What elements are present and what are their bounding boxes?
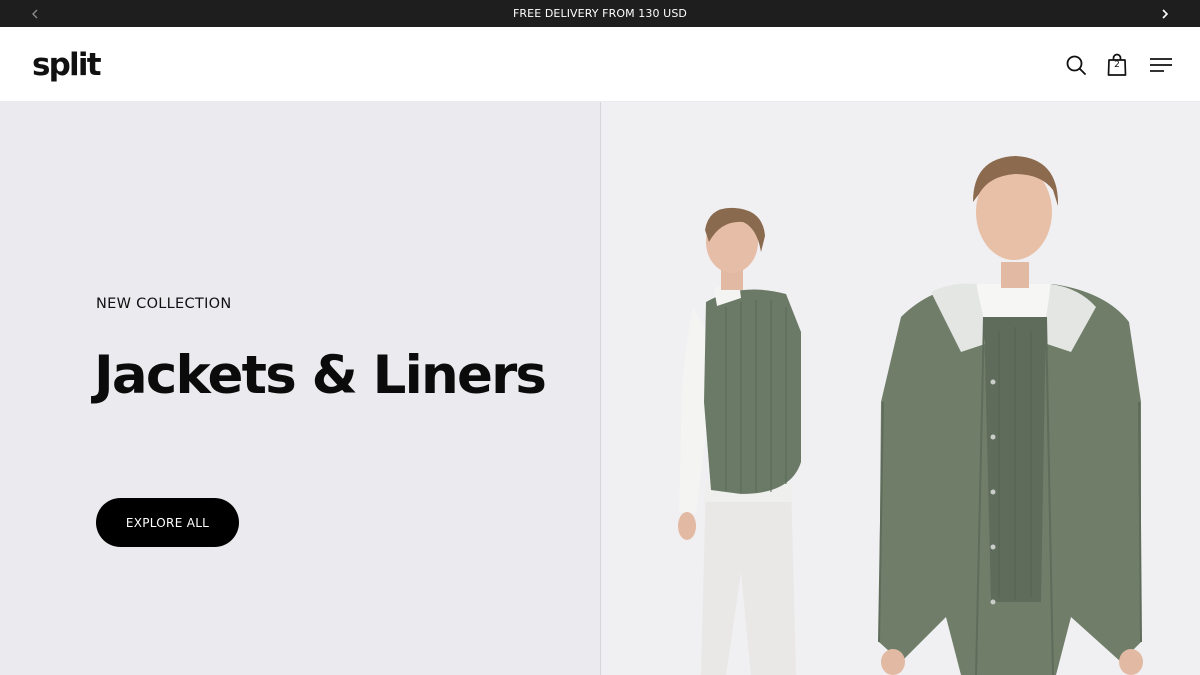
announcement-next-button[interactable] (1150, 0, 1180, 27)
search-icon (1066, 55, 1086, 75)
hero-eyebrow: NEW COLLECTION (96, 296, 232, 312)
cart-button[interactable]: 2 (1103, 51, 1131, 79)
hero-text-panel: NEW COLLECTION Jackets & Liners EXPLORE … (0, 102, 600, 675)
announcement-bar: FREE DELIVERY FROM 130 USD (0, 0, 1200, 27)
hero-title: Jackets & Liners (94, 345, 547, 406)
model-side-view (678, 207, 801, 675)
explore-all-button[interactable]: EXPLORE ALL (96, 498, 239, 547)
announcement-text: FREE DELIVERY FROM 130 USD (512, 7, 687, 20)
cart-count-badge: 2 (1114, 60, 1120, 70)
hamburger-menu-icon (1150, 58, 1172, 72)
model-front-view (878, 156, 1143, 675)
search-button[interactable] (1062, 51, 1090, 79)
announcement-prev-button[interactable] (20, 0, 50, 27)
chevron-left-icon (32, 9, 38, 18)
brand-logo[interactable]: split (32, 45, 102, 85)
site-header: split 2 (0, 27, 1200, 102)
menu-button[interactable] (1147, 51, 1175, 79)
chevron-right-icon (1162, 8, 1169, 19)
hero-image (601, 102, 1200, 675)
hero-models-illustration (678, 156, 1143, 675)
